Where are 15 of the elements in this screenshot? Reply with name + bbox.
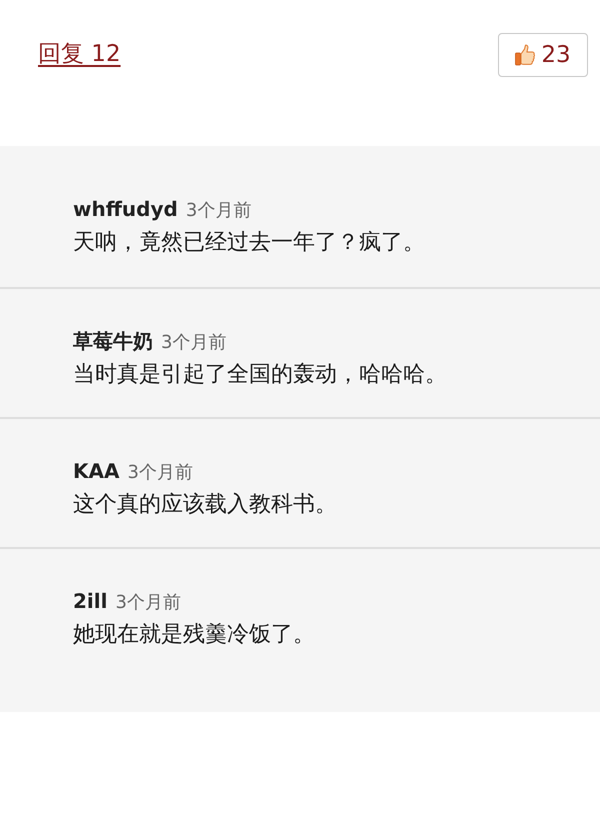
comment-time: 3个月前 — [127, 461, 193, 485]
like-button[interactable]: 23 — [498, 33, 588, 77]
thumbs-up-icon — [515, 44, 536, 66]
comment-time: 3个月前 — [115, 591, 181, 615]
username: KAA — [73, 458, 120, 485]
reply-link[interactable]: 回复 12 — [38, 39, 121, 69]
comment-text: 天呐，竟然已经过去一年了？疯了。 — [73, 229, 426, 257]
username: 草莓牛奶 — [73, 328, 153, 355]
comment-text: 这个真的应该载入教科书。 — [73, 491, 338, 519]
comment-text: 她现在就是残羹冷饭了。 — [73, 621, 316, 649]
comment-time: 3个月前 — [161, 331, 226, 355]
comment-text: 当时真是引起了全国的轰动，哈哈哈。 — [73, 361, 448, 389]
username: whffudyd — [73, 196, 178, 223]
comment-time: 3个月前 — [186, 199, 252, 223]
username: 2ill — [73, 588, 108, 615]
